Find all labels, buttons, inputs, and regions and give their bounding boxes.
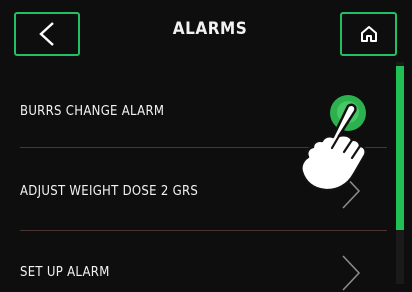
list-item-set-up-alarm[interactable]: SET UP ALARM xyxy=(0,240,390,291)
home-icon xyxy=(360,26,377,42)
list-item-label: SET UP ALARM xyxy=(20,265,110,280)
home-button[interactable] xyxy=(340,12,397,56)
list-item-label: ADJUST WEIGHT DOSE 2 GRS xyxy=(20,184,199,199)
divider xyxy=(20,230,387,231)
chevron-right-icon xyxy=(342,255,361,291)
back-button[interactable] xyxy=(14,12,80,56)
list-item-label: BURRS CHANGE ALARM xyxy=(20,104,165,119)
pointing-hand-icon xyxy=(300,103,367,192)
scrollbar-thumb[interactable] xyxy=(396,66,404,230)
alarms-screen: ALARMS BURRS CHANGE ALARM ADJUST WEIGHT … xyxy=(0,0,412,291)
page-title: ALARMS xyxy=(172,19,248,39)
chevron-left-icon xyxy=(39,22,54,46)
